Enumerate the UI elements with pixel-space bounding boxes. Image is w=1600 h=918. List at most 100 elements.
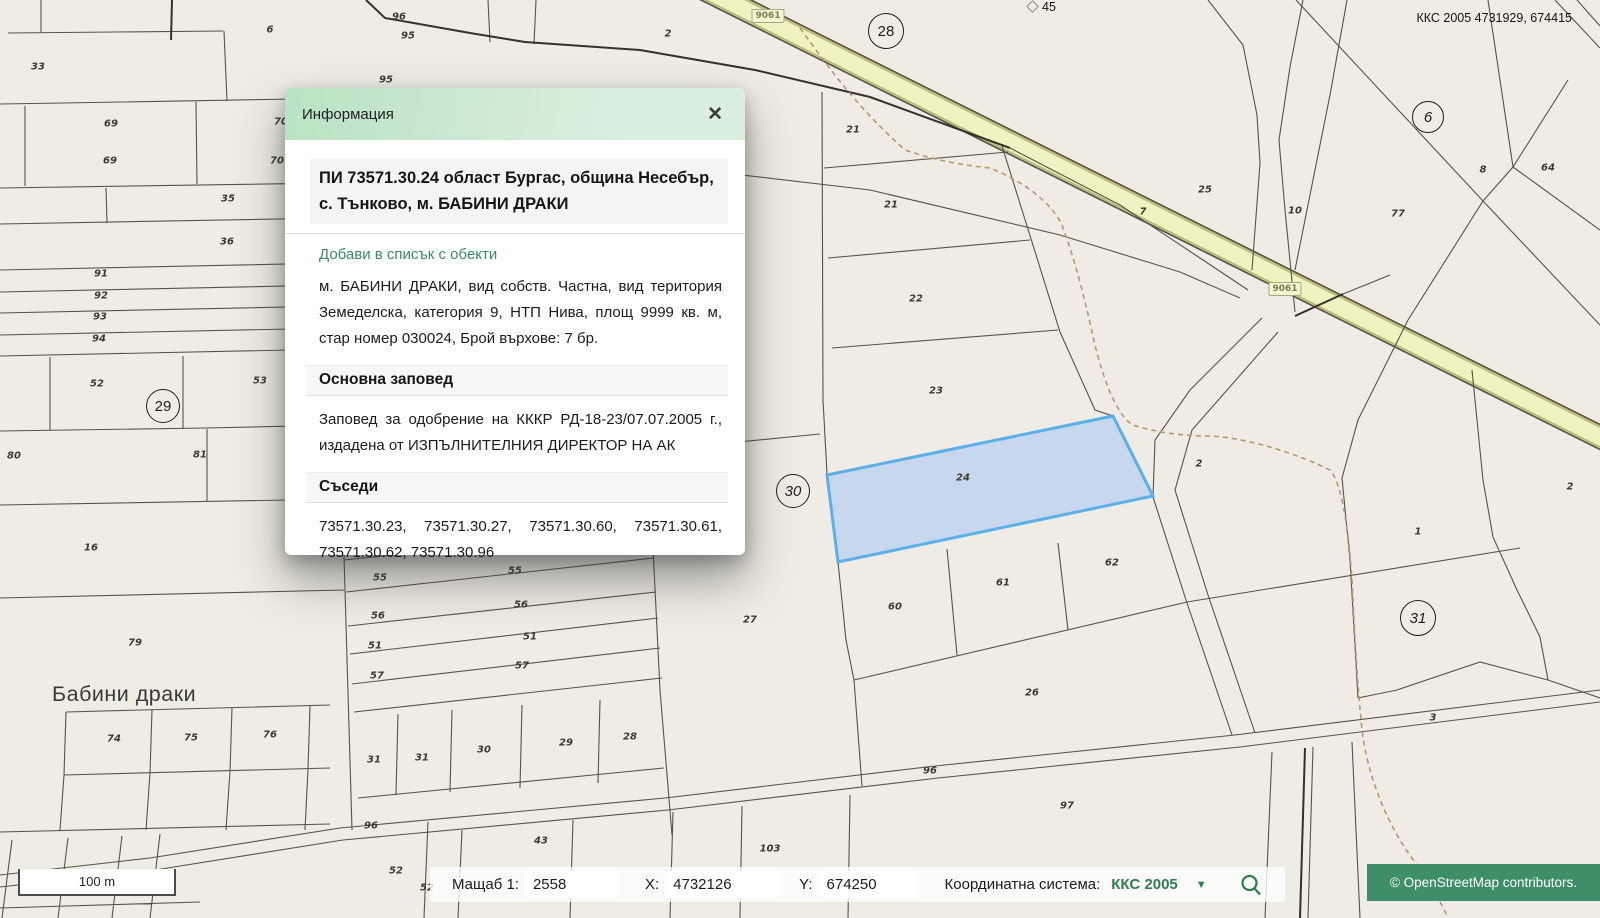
scale-input[interactable] xyxy=(525,871,619,898)
neighbours-text: 73571.30.23, 73571.30.27, 73571.30.60, 7… xyxy=(319,514,722,566)
add-to-object-list-link[interactable]: Добави в списък с обекти xyxy=(319,246,721,263)
parcel-number-label: 76 xyxy=(263,730,277,741)
parcel-number-label: 3 xyxy=(1430,713,1437,724)
scale-bar: 100 m xyxy=(18,869,176,896)
parcel-number-label: 95 xyxy=(379,75,393,86)
search-button[interactable] xyxy=(1233,872,1269,898)
parcel-number-label: 62 xyxy=(1105,558,1119,569)
parcel-number-label: 92 xyxy=(94,291,108,302)
parcel-number-label: 75 xyxy=(184,733,198,744)
selected-parcel[interactable] xyxy=(827,416,1153,562)
place-name-label: Бабини драки xyxy=(52,682,196,707)
parcel-number-label: 33 xyxy=(31,62,45,73)
parcel-number-label: 95 xyxy=(401,31,415,42)
road xyxy=(690,0,1600,457)
point-marker-label: 45 xyxy=(1042,0,1056,14)
parcel-number-label: 28 xyxy=(623,732,637,743)
parcel-number-label: 60 xyxy=(888,602,902,613)
status-bar: Мащаб 1: X: Y: Координатна система: ККС … xyxy=(430,867,1285,902)
parcel-number-label: 56 xyxy=(371,611,385,622)
point-marker-45: 45 xyxy=(1028,0,1056,14)
parcel-number-label: 96 xyxy=(392,12,406,23)
parcel-number-label: 21 xyxy=(884,200,898,211)
diamond-icon xyxy=(1026,0,1039,13)
parcel-number-label: 2 xyxy=(1567,482,1574,493)
parcel-group-marker: 29 xyxy=(146,389,180,423)
section-main-order-title: Основна заповед xyxy=(306,365,728,396)
parcel-number-label: 57 xyxy=(370,671,384,682)
parcel-number-label: 77 xyxy=(1391,209,1405,220)
parcel-number-label: 61 xyxy=(996,578,1010,589)
section-neighbours-title: Съседи xyxy=(306,472,728,503)
parcel-number-label: 52 xyxy=(90,379,104,390)
parcel-number-label: 43 xyxy=(534,836,548,847)
info-popup-header: Информация ✕ xyxy=(285,88,745,140)
parcel-number-label: 25 xyxy=(1198,185,1212,196)
parcel-number-label: 53 xyxy=(253,376,267,387)
parcel-group-marker: 30 xyxy=(776,474,810,508)
info-popup: Информация ✕ ПИ 73571.30.24 област Бурга… xyxy=(285,88,745,555)
parcel-number-label: 91 xyxy=(94,269,108,280)
parcel-number-label: 64 xyxy=(1541,163,1555,174)
parcel-number-label: 97 xyxy=(1060,801,1074,812)
parcel-number-label: 93 xyxy=(93,312,107,323)
parcel-group-marker: 28 xyxy=(868,13,904,49)
chevron-down-icon[interactable]: ▼ xyxy=(1192,877,1211,893)
parcel-number-label: 79 xyxy=(128,638,142,649)
parcel-number-label: 26 xyxy=(1025,688,1039,699)
parcel-number-label: 96 xyxy=(364,821,378,832)
road-number-label: 9061 xyxy=(751,9,784,23)
parcel-boundaries xyxy=(0,0,1600,918)
osm-attribution: © OpenStreetMap contributors. xyxy=(1367,864,1600,901)
parcel-number-label: 52 xyxy=(389,866,403,877)
parcel-number-label: 74 xyxy=(107,734,121,745)
parcel-number-label: 55 xyxy=(508,566,522,577)
y-coordinate-input[interactable] xyxy=(819,871,919,898)
parcel-number-label: 2 xyxy=(1196,459,1203,470)
parcel-description: м. БАБИНИ ДРАКИ, вид собств. Частна, вид… xyxy=(319,274,722,352)
search-icon xyxy=(1239,873,1263,897)
parcel-number-label: 57 xyxy=(515,661,529,672)
parcel-number-label: 103 xyxy=(760,844,781,855)
parcel-number-label: 24 xyxy=(956,473,970,484)
parcel-number-label: 6 xyxy=(267,25,274,36)
parcel-number-label: 70 xyxy=(270,156,284,167)
x-coordinate-label: X: xyxy=(645,876,659,893)
parcel-group-marker: 6 xyxy=(1412,101,1444,133)
parcel-number-label: 7 xyxy=(1140,207,1147,218)
parcel-number-label: 10 xyxy=(1288,206,1302,217)
parcel-number-label: 21 xyxy=(846,125,860,136)
parcel-number-label: 22 xyxy=(909,294,923,305)
divider xyxy=(285,233,745,234)
parcel-number-label: 29 xyxy=(559,738,573,749)
crs-label: Координатна система: xyxy=(945,876,1101,893)
parcel-number-label: 16 xyxy=(84,543,98,554)
parcel-number-label: 51 xyxy=(523,632,537,643)
parcel-number-label: 8 xyxy=(1480,165,1487,176)
parcel-number-label: 31 xyxy=(367,755,381,766)
main-order-text: Заповед за одобрение на КККР РД-18-23/07… xyxy=(319,407,722,459)
parcel-group-marker: 31 xyxy=(1400,600,1436,636)
map-canvas[interactable]: 3369706970353691929394525380811679747576… xyxy=(0,0,1600,918)
scale-label: Мащаб 1: xyxy=(452,876,519,893)
attribution-text: © OpenStreetMap contributors. xyxy=(1390,875,1577,890)
scale-bar-label: 100 m xyxy=(79,874,115,889)
map-lines-layer xyxy=(0,0,1600,918)
parcel-number-label: 56 xyxy=(514,600,528,611)
crs-selected-value[interactable]: ККС 2005 xyxy=(1111,876,1177,893)
parcel-number-label: 27 xyxy=(743,615,757,626)
x-coordinate-input[interactable] xyxy=(665,871,781,898)
popup-title: Информация xyxy=(302,106,394,123)
parcel-number-label: 55 xyxy=(373,573,387,584)
parcel-number-label: 80 xyxy=(7,451,21,462)
popup-body: ПИ 73571.30.24 област Бургас, община Нес… xyxy=(285,140,745,566)
parcel-number-label: 81 xyxy=(193,450,207,461)
close-icon[interactable]: ✕ xyxy=(703,103,727,126)
parcel-number-label: 36 xyxy=(220,237,234,248)
parcel-number-label: 2 xyxy=(665,29,672,40)
parcel-number-label: 35 xyxy=(221,194,235,205)
parcel-number-label: 69 xyxy=(104,119,118,130)
parcel-number-label: 69 xyxy=(103,156,117,167)
parcel-heading: ПИ 73571.30.24 област Бургас, община Нес… xyxy=(310,159,728,224)
parcel-number-label: 94 xyxy=(92,334,106,345)
